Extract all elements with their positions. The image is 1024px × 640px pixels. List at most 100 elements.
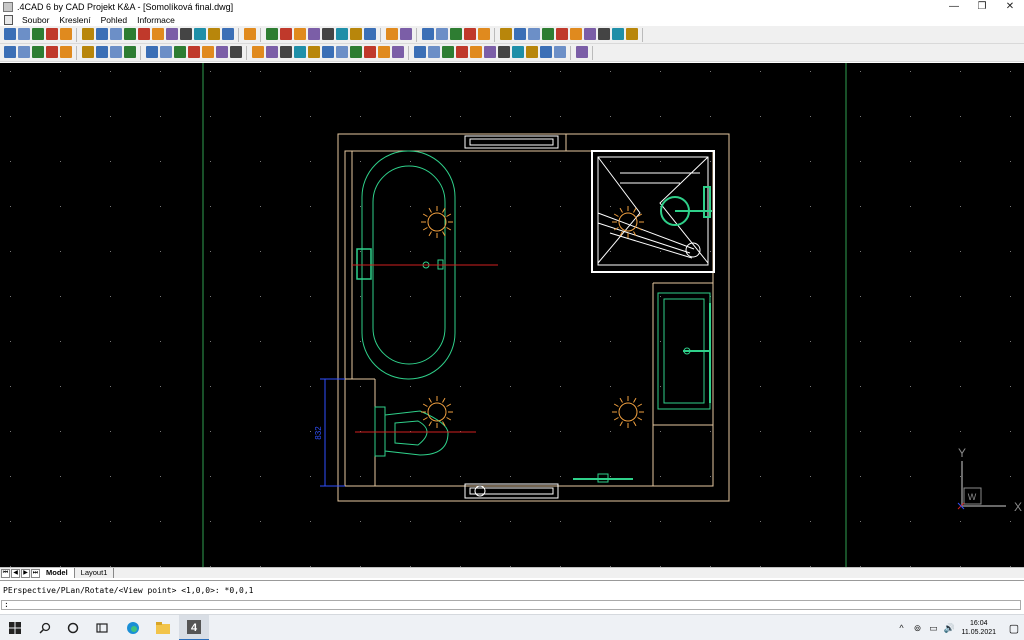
view-tool-icon[interactable] — [160, 46, 172, 58]
tab-model[interactable]: Model — [40, 568, 75, 578]
notification-icon[interactable]: ▢ — [1004, 622, 1024, 635]
tab-next-button[interactable]: ▶ — [21, 568, 30, 578]
view-tool-icon[interactable] — [266, 46, 278, 58]
standard-tool-icon[interactable] — [542, 28, 554, 40]
view-tool-icon[interactable] — [498, 46, 510, 58]
tray-network-icon[interactable]: ▭ — [927, 622, 939, 634]
view-tool-icon[interactable] — [456, 46, 468, 58]
standard-tool-icon[interactable] — [400, 28, 412, 40]
drawing-canvas[interactable]: 832 Y X W — [0, 63, 1024, 567]
standard-tool-icon[interactable] — [294, 28, 306, 40]
standard-tool-icon[interactable] — [18, 28, 30, 40]
standard-tool-icon[interactable] — [464, 28, 476, 40]
view-tool-icon[interactable] — [202, 46, 214, 58]
view-tool-icon[interactable] — [378, 46, 390, 58]
standard-tool-icon[interactable] — [222, 28, 234, 40]
standard-tool-icon[interactable] — [244, 28, 256, 40]
view-tool-icon[interactable] — [216, 46, 228, 58]
view-tool-icon[interactable] — [82, 46, 94, 58]
standard-tool-icon[interactable] — [152, 28, 164, 40]
standard-tool-icon[interactable] — [194, 28, 206, 40]
view-tool-icon[interactable] — [188, 46, 200, 58]
standard-tool-icon[interactable] — [60, 28, 72, 40]
view-tool-icon[interactable] — [470, 46, 482, 58]
view-tool-icon[interactable] — [18, 46, 30, 58]
tab-layout1[interactable]: Layout1 — [75, 568, 115, 578]
view-tool-icon[interactable] — [230, 46, 242, 58]
view-tool-icon[interactable] — [32, 46, 44, 58]
command-input[interactable]: : — [1, 600, 1021, 610]
standard-tool-icon[interactable] — [584, 28, 596, 40]
app-icon[interactable] — [3, 1, 13, 12]
standard-tool-icon[interactable] — [626, 28, 638, 40]
view-tool-icon[interactable] — [554, 46, 566, 58]
standard-tool-icon[interactable] — [350, 28, 362, 40]
standard-tool-icon[interactable] — [124, 28, 136, 40]
standard-tool-icon[interactable] — [46, 28, 58, 40]
standard-tool-icon[interactable] — [110, 28, 122, 40]
view-tool-icon[interactable] — [308, 46, 320, 58]
document-icon[interactable] — [4, 14, 13, 25]
standard-tool-icon[interactable] — [514, 28, 526, 40]
view-tool-icon[interactable] — [124, 46, 136, 58]
standard-tool-icon[interactable] — [96, 28, 108, 40]
standard-tool-icon[interactable] — [556, 28, 568, 40]
explorer-button[interactable] — [148, 615, 178, 640]
view-tool-icon[interactable] — [392, 46, 404, 58]
start-button[interactable] — [0, 615, 30, 640]
view-tool-icon[interactable] — [484, 46, 496, 58]
standard-tool-icon[interactable] — [322, 28, 334, 40]
view-tool-icon[interactable] — [174, 46, 186, 58]
tray-location-icon[interactable]: ⊚ — [911, 622, 923, 634]
tray-volume-icon[interactable]: 🔊 — [943, 622, 955, 634]
view-tool-icon[interactable] — [350, 46, 362, 58]
standard-tool-icon[interactable] — [450, 28, 462, 40]
view-tool-icon[interactable] — [442, 46, 454, 58]
view-tool-icon[interactable] — [252, 46, 264, 58]
standard-tool-icon[interactable] — [280, 28, 292, 40]
view-tool-icon[interactable] — [322, 46, 334, 58]
view-tool-icon[interactable] — [294, 46, 306, 58]
standard-tool-icon[interactable] — [436, 28, 448, 40]
cortana-button[interactable] — [58, 615, 88, 640]
standard-tool-icon[interactable] — [4, 28, 16, 40]
standard-tool-icon[interactable] — [478, 28, 490, 40]
standard-tool-icon[interactable] — [598, 28, 610, 40]
standard-tool-icon[interactable] — [308, 28, 320, 40]
close-button[interactable]: ✕ — [996, 0, 1024, 13]
view-tool-icon[interactable] — [110, 46, 122, 58]
tab-prev-button[interactable]: ◀ — [11, 568, 20, 578]
standard-tool-icon[interactable] — [528, 28, 540, 40]
4cad-button[interactable]: 4 — [179, 615, 209, 640]
menu-informace[interactable]: Informace — [132, 15, 180, 25]
standard-tool-icon[interactable] — [422, 28, 434, 40]
tray-expand-icon[interactable]: ^ — [895, 622, 907, 634]
view-tool-icon[interactable] — [540, 46, 552, 58]
standard-tool-icon[interactable] — [336, 28, 348, 40]
view-tool-icon[interactable] — [146, 46, 158, 58]
standard-tool-icon[interactable] — [138, 28, 150, 40]
standard-tool-icon[interactable] — [32, 28, 44, 40]
maximize-button[interactable]: ❐ — [968, 0, 996, 13]
view-tool-icon[interactable] — [280, 46, 292, 58]
minimize-button[interactable]: — — [940, 0, 968, 13]
edge-button[interactable] — [118, 615, 148, 640]
view-tool-icon[interactable] — [96, 46, 108, 58]
task-view-button[interactable] — [87, 615, 117, 640]
view-tool-icon[interactable] — [526, 46, 538, 58]
standard-tool-icon[interactable] — [500, 28, 512, 40]
standard-tool-icon[interactable] — [612, 28, 624, 40]
view-tool-icon[interactable] — [60, 46, 72, 58]
clock[interactable]: 16:04 11.05.2021 — [961, 619, 996, 637]
view-tool-icon[interactable] — [414, 46, 426, 58]
standard-tool-icon[interactable] — [180, 28, 192, 40]
standard-tool-icon[interactable] — [570, 28, 582, 40]
standard-tool-icon[interactable] — [82, 28, 94, 40]
view-tool-icon[interactable] — [576, 46, 588, 58]
standard-tool-icon[interactable] — [208, 28, 220, 40]
view-tool-icon[interactable] — [336, 46, 348, 58]
menu-soubor[interactable]: Soubor — [17, 15, 54, 25]
view-tool-icon[interactable] — [46, 46, 58, 58]
standard-tool-icon[interactable] — [386, 28, 398, 40]
tab-last-button[interactable]: ⏭ — [31, 568, 40, 578]
